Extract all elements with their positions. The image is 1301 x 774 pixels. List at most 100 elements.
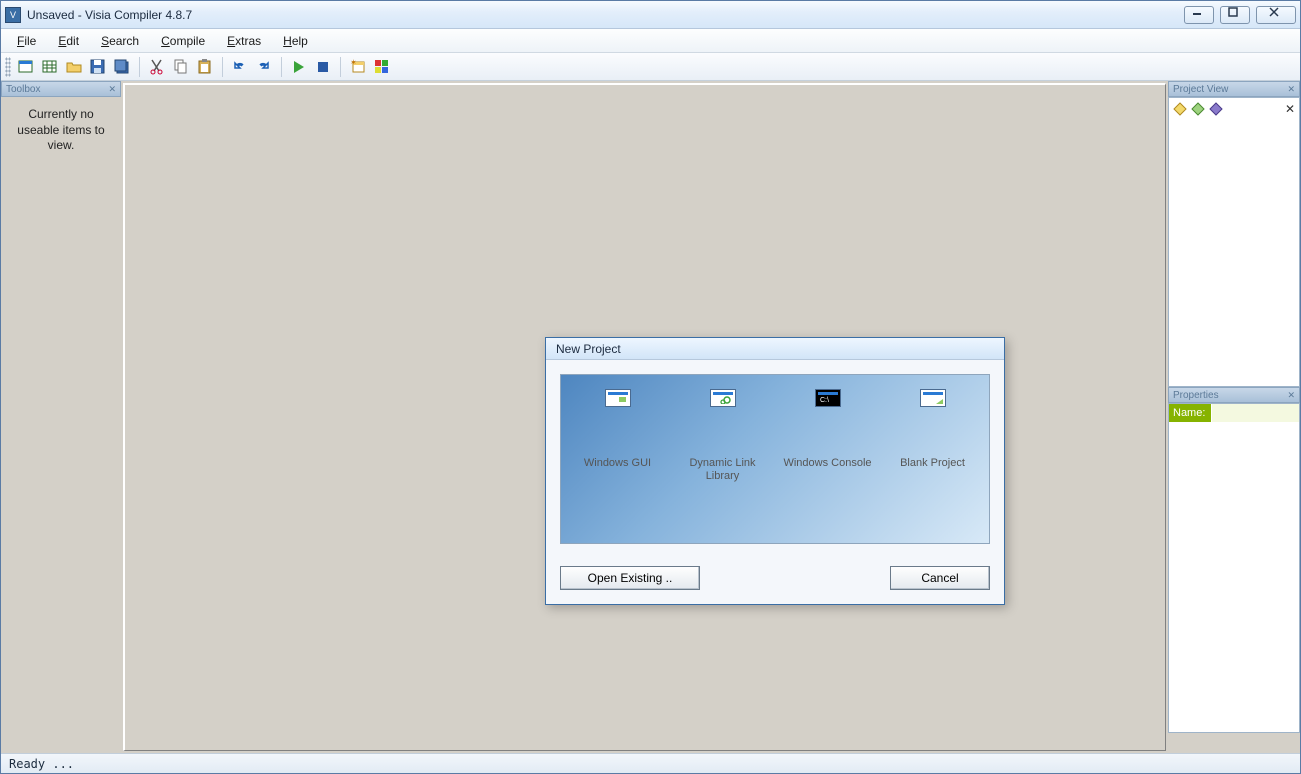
- svg-text:C:\: C:\: [820, 397, 829, 404]
- cut-icon: [149, 59, 165, 75]
- property-name-value[interactable]: [1211, 404, 1299, 422]
- menu-help[interactable]: Help: [273, 32, 318, 50]
- save-button[interactable]: [87, 56, 109, 78]
- template-dll[interactable]: Dynamic Link Library: [672, 387, 773, 531]
- maximize-icon: [1227, 7, 1243, 23]
- new-form-icon: [18, 59, 34, 75]
- menu-edit[interactable]: Edit: [48, 32, 89, 50]
- minimize-button[interactable]: [1184, 6, 1214, 24]
- dialog-body: Windows GUI Dynamic Link Library C:\ Win…: [546, 360, 1004, 554]
- menu-search[interactable]: Search: [91, 32, 149, 50]
- toolbox-title: Toolbox: [6, 84, 40, 95]
- close-button[interactable]: [1256, 6, 1296, 24]
- redo-button[interactable]: [253, 56, 275, 78]
- right-column: Project View ✕ ✕ Properties ✕ Name:: [1168, 81, 1300, 753]
- dialog-title: New Project: [546, 338, 1004, 360]
- folder-open-icon: [66, 59, 82, 75]
- toolbar: ✶: [1, 53, 1300, 81]
- properties-close-icon[interactable]: ✕: [1287, 390, 1295, 401]
- menu-file-label: ile: [24, 34, 36, 48]
- open-existing-button[interactable]: Open Existing ..: [560, 566, 700, 590]
- run-button[interactable]: [288, 56, 310, 78]
- new-window-icon: ✶: [350, 59, 366, 75]
- paste-button[interactable]: [194, 56, 216, 78]
- new-grid-icon: [42, 59, 58, 75]
- status-text: Ready ...: [9, 757, 74, 771]
- main-window: V Unsaved - Visia Compiler 4.8.7 File Ed…: [0, 0, 1301, 774]
- menu-extras[interactable]: Extras: [217, 32, 271, 50]
- menu-search-label: earch: [109, 34, 139, 48]
- projectview-title: Project View: [1173, 84, 1228, 95]
- windows-gui-icon: [605, 389, 631, 407]
- maximize-button[interactable]: [1220, 6, 1250, 24]
- template-label: Windows Console: [783, 457, 871, 470]
- window-controls: [1184, 6, 1296, 24]
- save-all-button[interactable]: [111, 56, 133, 78]
- blank-icon: [920, 389, 946, 407]
- copy-icon: [173, 59, 189, 75]
- template-area: Windows GUI Dynamic Link Library C:\ Win…: [560, 374, 990, 544]
- template-windows-gui[interactable]: Windows GUI: [567, 387, 668, 531]
- properties-header: Properties ✕: [1168, 387, 1300, 403]
- properties-title: Properties: [1173, 390, 1219, 401]
- close-icon: [1268, 7, 1284, 23]
- copy-button[interactable]: [170, 56, 192, 78]
- menu-extras-label: xtras: [235, 34, 261, 48]
- new-form-button[interactable]: [15, 56, 37, 78]
- new-project-dialog: New Project Windows GUI Dynamic Link Lib…: [545, 337, 1005, 605]
- open-button[interactable]: [63, 56, 85, 78]
- toolbox-header: Toolbox ✕: [1, 81, 121, 97]
- menubar: File Edit Search Compile Extras Help: [1, 29, 1300, 53]
- window-title: Unsaved - Visia Compiler 4.8.7: [27, 8, 192, 22]
- menu-compile-label: ompile: [170, 34, 205, 48]
- save-icon: [90, 59, 106, 75]
- template-console[interactable]: C:\ Windows Console: [777, 387, 878, 531]
- titlebar: V Unsaved - Visia Compiler 4.8.7: [1, 1, 1300, 29]
- app-icon: V: [5, 7, 21, 23]
- undo-button[interactable]: [229, 56, 251, 78]
- toolbar-grip: [5, 57, 11, 77]
- save-all-icon: [114, 59, 130, 75]
- new-grid-button[interactable]: [39, 56, 61, 78]
- projectview-body: ✕: [1168, 97, 1300, 387]
- menu-file[interactable]: File: [7, 32, 46, 50]
- property-row-name: Name:: [1169, 404, 1299, 422]
- template-label: Windows GUI: [584, 457, 651, 470]
- toolbox-body: Currently no useable items to view.: [1, 97, 121, 164]
- properties-body: Name:: [1168, 403, 1300, 733]
- cancel-button[interactable]: Cancel: [890, 566, 990, 590]
- redo-icon: [256, 59, 272, 75]
- palette-icon: [374, 59, 390, 75]
- play-icon: [291, 59, 307, 75]
- template-label: Dynamic Link Library: [672, 457, 773, 483]
- pv-delete-icon[interactable]: ✕: [1285, 102, 1295, 116]
- undo-icon: [232, 59, 248, 75]
- workspace: New Project Windows GUI Dynamic Link Lib…: [123, 83, 1166, 751]
- projectview-header: Project View ✕: [1168, 81, 1300, 97]
- statusbar: Ready ...: [1, 753, 1300, 773]
- projectview-close-icon[interactable]: ✕: [1287, 84, 1295, 95]
- projectview-toolbar: ✕: [1173, 102, 1295, 116]
- menu-edit-label: dit: [66, 34, 79, 48]
- minimize-icon: [1191, 7, 1207, 23]
- toolbox-close-icon[interactable]: ✕: [108, 84, 116, 95]
- dialog-buttons: Open Existing .. Cancel: [546, 554, 1004, 604]
- new-window-button[interactable]: ✶: [347, 56, 369, 78]
- menu-compile[interactable]: Compile: [151, 32, 215, 50]
- template-label: Blank Project: [900, 457, 965, 470]
- client-area: Toolbox ✕ Currently no useable items to …: [1, 81, 1300, 753]
- dll-icon: [710, 389, 736, 407]
- svg-text:✶: ✶: [350, 59, 357, 67]
- stop-button[interactable]: [312, 56, 334, 78]
- pv-item-icon[interactable]: [1173, 102, 1187, 116]
- pv-item-icon[interactable]: [1209, 102, 1223, 116]
- stop-icon: [315, 59, 331, 75]
- console-icon: C:\: [815, 389, 841, 407]
- palette-button[interactable]: [371, 56, 393, 78]
- toolbox-panel: Toolbox ✕ Currently no useable items to …: [1, 81, 121, 753]
- menu-help-label: elp: [292, 34, 308, 48]
- pv-item-icon[interactable]: [1191, 102, 1205, 116]
- paste-icon: [197, 59, 213, 75]
- cut-button[interactable]: [146, 56, 168, 78]
- template-blank[interactable]: Blank Project: [882, 387, 983, 531]
